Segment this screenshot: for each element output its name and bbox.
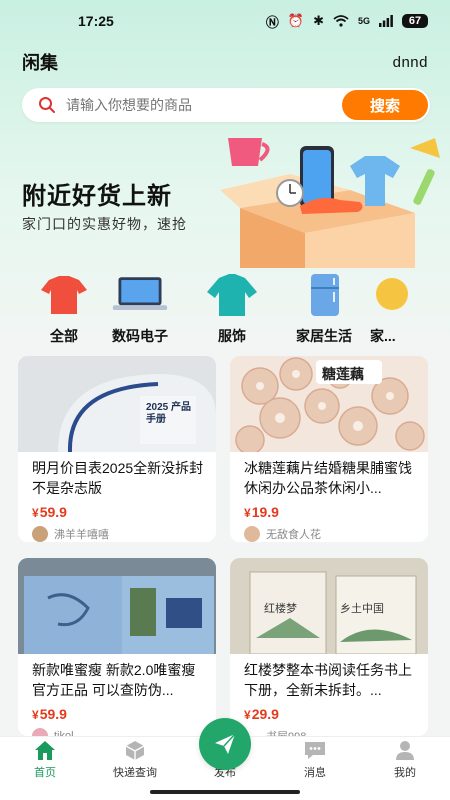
lamp-icon (370, 272, 410, 318)
category-label: 服饰 (218, 328, 246, 344)
sweater-icon (203, 272, 261, 318)
price-value: 59.9 (39, 706, 67, 722)
tab-profile[interactable]: 我的 (360, 739, 450, 780)
alarm-icon: ⏰ (287, 13, 305, 28)
category-row: 全部 数码电子 服饰 家居生活 家... (0, 272, 450, 348)
network-type: 5G (357, 16, 370, 26)
signal-icon (379, 15, 393, 27)
price-value: 59.9 (39, 504, 67, 520)
category-label: 家居生活 (296, 328, 352, 344)
product-price: ¥59.9 (18, 498, 216, 520)
avatar (32, 526, 48, 542)
product-price: ¥29.9 (230, 700, 428, 722)
profile-icon (396, 741, 414, 760)
wifi-icon (333, 15, 349, 27)
category-label: 家... (370, 328, 396, 344)
status-bar: 17:25 Ⓝ ⏰ ✱ 5G 67 (0, 0, 450, 42)
package-icon (125, 741, 145, 760)
send-icon (215, 733, 236, 754)
category-label: 全部 (50, 328, 78, 344)
seller-name: 沸羊羊嘻嘻 (54, 529, 109, 541)
bluetooth-icon: ✱ (313, 13, 324, 28)
category-clothing[interactable]: 服饰 (186, 272, 278, 348)
product-card[interactable]: 红楼梦 乡土中国 红楼梦整本书阅读任务书上下册，全新未拆封。... ¥29.9 … (230, 558, 428, 736)
home-indicator (150, 790, 300, 794)
seller-info: tikol (18, 722, 216, 736)
tab-label: 消息 (304, 767, 326, 779)
tab-delivery[interactable]: 快递查询 (90, 739, 180, 780)
product-image (18, 558, 216, 654)
status-time: 17:25 (78, 13, 114, 29)
banner-subtitle: 家门口的实惠好物，速抢 (22, 216, 187, 232)
avatar (244, 526, 260, 542)
nfc-icon: Ⓝ (265, 14, 279, 30)
tab-label: 首页 (34, 767, 56, 779)
product-price: ¥19.9 (230, 498, 428, 520)
tab-label: 快递查询 (113, 767, 157, 779)
user-name[interactable]: dnnd (393, 54, 428, 71)
tab-label: 我的 (394, 767, 416, 779)
search-button[interactable]: 搜索 (342, 90, 428, 120)
banner-title: 附近好货上新 (22, 183, 172, 210)
product-image-text: 2025 产品手册 (146, 402, 192, 425)
battery-indicator: 67 (402, 14, 428, 28)
product-title: 新款唯蜜瘦 新款2.0唯蜜瘦 官方正品 可以查防伪... (32, 662, 196, 698)
product-card[interactable]: 新款唯蜜瘦 新款2.0唯蜜瘦 官方正品 可以查防伪... ¥59.9 tikol (18, 558, 216, 736)
product-image: 红楼梦 乡土中国 (230, 558, 428, 654)
seller-info: 无敌食人花 (230, 520, 428, 542)
seller-info: 沸羊羊嘻嘻 (18, 520, 216, 542)
product-image-text: 红楼梦 乡土中国 (264, 603, 385, 615)
tab-home[interactable]: 首页 (0, 739, 90, 780)
seller-name: 书屋998 (266, 728, 306, 736)
price-value: 19.9 (251, 504, 279, 520)
currency-symbol: ¥ (32, 708, 39, 722)
seller-name: 无敌食人花 (266, 529, 321, 541)
category-all[interactable]: 全部 (34, 272, 94, 348)
product-feed: 2025 产品手册 明月价目表2025全新没拆封 不是杂志版 ¥59.9 沸羊羊… (18, 356, 432, 736)
price-value: 29.9 (251, 706, 279, 722)
product-image: 2025 产品手册 (18, 356, 216, 452)
tshirt-icon (35, 272, 93, 318)
product-card[interactable]: 糖莲藕 冰糖莲藕片结婚糖果脯蜜饯休闲办公品茶休闲小... ¥19.9 无敌食人花 (230, 356, 428, 542)
laptop-icon (111, 272, 169, 318)
currency-symbol: ¥ (244, 506, 251, 520)
status-icons: Ⓝ ⏰ ✱ 5G 67 (266, 12, 428, 31)
category-label: 数码电子 (112, 328, 168, 344)
publish-button[interactable] (199, 718, 251, 770)
product-title: 明月价目表2025全新没拆封 不是杂志版 (32, 460, 204, 496)
home-icon (35, 741, 55, 760)
category-electronics[interactable]: 数码电子 (94, 272, 186, 348)
product-title: 冰糖莲藕片结婚糖果脯蜜饯休闲办公品茶休闲小... (244, 460, 412, 496)
search-icon (39, 97, 55, 113)
search-bar[interactable]: 搜索 (22, 88, 430, 122)
category-more[interactable]: 家... (370, 272, 410, 348)
currency-symbol: ¥ (244, 708, 251, 722)
product-image: 糖莲藕 (230, 356, 428, 452)
app-header: 闲集 dnnd (22, 50, 428, 74)
tab-messages[interactable]: 消息 (270, 739, 360, 780)
product-title: 红楼梦整本书阅读任务书上下册，全新未拆封。... (244, 662, 412, 698)
product-card[interactable]: 2025 产品手册 明月价目表2025全新没拆封 不是杂志版 ¥59.9 沸羊羊… (18, 356, 216, 542)
currency-symbol: ¥ (32, 506, 39, 520)
banner-illustration (220, 138, 440, 268)
avatar (32, 728, 48, 736)
category-home[interactable]: 家居生活 (278, 272, 370, 348)
promo-banner[interactable]: 附近好货上新 家门口的实惠好物，速抢 (0, 128, 450, 268)
message-icon (305, 742, 325, 759)
fridge-icon (295, 272, 353, 318)
product-price: ¥59.9 (18, 700, 216, 722)
app-title: 闲集 (22, 53, 58, 73)
product-image-text: 糖莲藕 (322, 366, 364, 382)
seller-info: 书屋998 (230, 722, 428, 736)
